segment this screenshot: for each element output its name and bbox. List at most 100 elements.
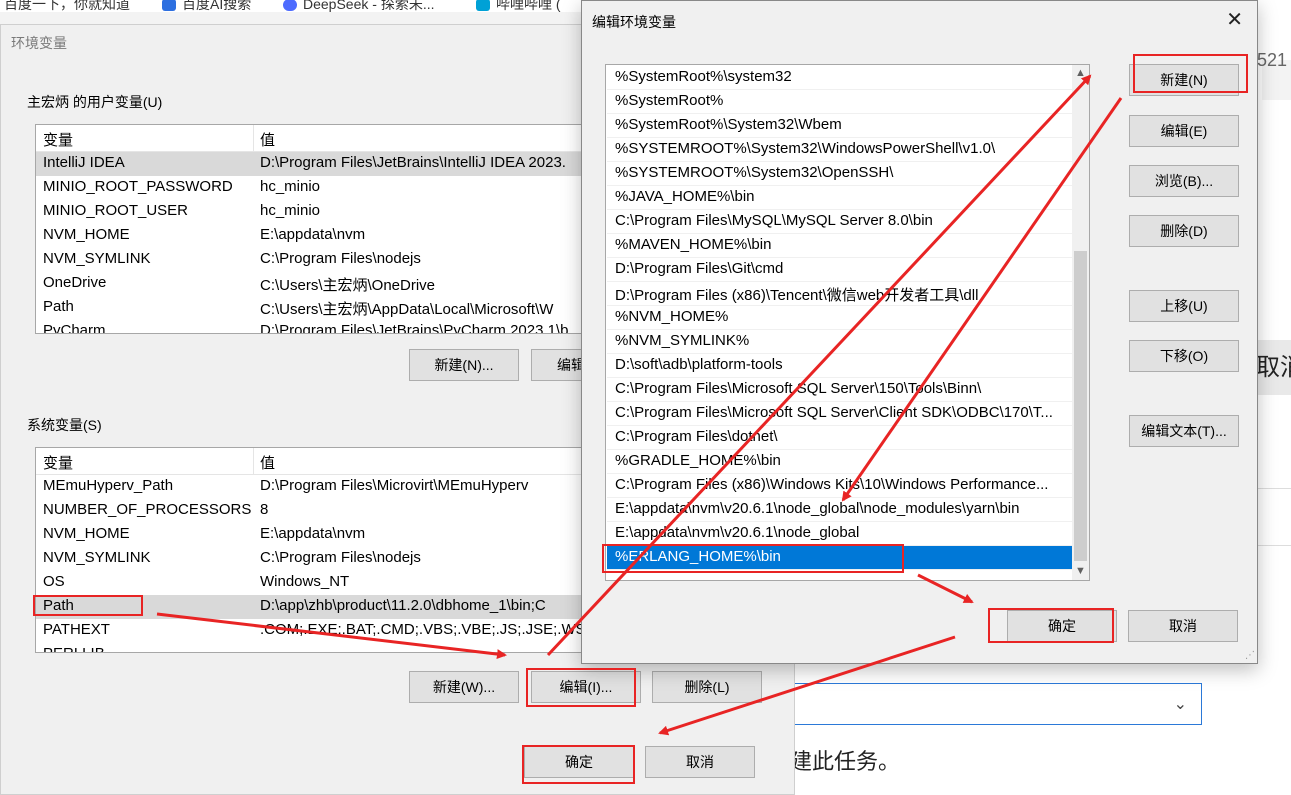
dialog-title: 环境变量: [11, 35, 67, 51]
scroll-down-icon[interactable]: ▼: [1072, 563, 1089, 580]
path-entry-text: E:\appdata\nvm\v20.6.1\node_global\node_…: [615, 500, 1020, 517]
system-edit-button[interactable]: 编辑(I)...: [531, 671, 641, 703]
list-item[interactable]: C:\Program Files\Microsoft SQL Server\15…: [607, 378, 1087, 402]
variable-name: PyCharm: [43, 322, 106, 334]
variable-value: C:\Users\主宏炳\AppData\Local\Microsoft\W: [260, 301, 554, 318]
list-item[interactable]: %NVM_HOME%: [607, 306, 1087, 330]
list-item[interactable]: %SystemRoot%: [607, 90, 1087, 114]
list-item[interactable]: %SystemRoot%\system32: [607, 66, 1087, 90]
column-header-value[interactable]: 值: [260, 452, 275, 473]
bookmark-bilibili[interactable]: 哔哩哔哩 (: [476, 0, 561, 12]
path-edit-button[interactable]: 编辑(E): [1129, 115, 1239, 147]
deepseek-icon: [283, 0, 297, 12]
background-number: 521: [1257, 50, 1288, 70]
variable-value: D:\app\zhb\product\11.2.0\dbhome_1\bin;C: [260, 597, 546, 614]
path-entries-list[interactable]: %SystemRoot%\system32 %SystemRoot% %System…: [605, 64, 1090, 581]
list-item[interactable]: D:\soft\adb\platform-tools: [607, 354, 1087, 378]
variable-name: NUMBER_OF_PROCESSORS: [43, 501, 252, 518]
env-ok-button[interactable]: 确定: [524, 746, 634, 778]
edit-ok-button[interactable]: 确定: [1007, 610, 1117, 642]
path-new-button[interactable]: 新建(N): [1129, 64, 1239, 96]
list-item[interactable]: E:\appdata\nvm\v20.6.1\node_global\node_…: [607, 498, 1087, 522]
path-move-up-button[interactable]: 上移(U): [1129, 290, 1239, 322]
path-entry-text: C:\Program Files\Microsoft SQL Server\Cl…: [615, 404, 1053, 421]
path-browse-button[interactable]: 浏览(B)...: [1129, 165, 1239, 197]
path-entry-text: C:\Program Files\Microsoft SQL Server\15…: [615, 380, 982, 397]
scroll-up-icon[interactable]: ▲: [1072, 65, 1089, 82]
variable-name: MEmuHyperv_Path: [43, 477, 174, 494]
variable-name: Path: [43, 597, 74, 614]
list-item[interactable]: %MAVEN_HOME%\bin: [607, 234, 1087, 258]
variable-name: NVM_HOME: [43, 226, 130, 243]
variable-value: E:\appdata\nvm: [260, 226, 366, 243]
list-item[interactable]: %SYSTEMROOT%\System32\OpenSSH\: [607, 162, 1087, 186]
path-entry-text: E:\appdata\nvm\v20.6.1\node_global: [615, 524, 860, 541]
bookmark-baidu-ai[interactable]: 百度AI搜索: [162, 0, 251, 12]
variable-name: PATHEXT: [43, 621, 110, 638]
list-item[interactable]: C:\Program Files (x86)\Windows Kits\10\W…: [607, 474, 1087, 498]
path-entry-text: %GRADLE_HOME%\bin: [615, 452, 781, 469]
variable-value: hc_minio: [260, 178, 321, 195]
variable-name: Path: [43, 298, 74, 315]
list-item[interactable]: %ERLANG_HOME%\bin: [607, 546, 1088, 570]
variable-name: PERLLIB: [43, 645, 105, 652]
variable-value: D:\Program Files\Microvirt\MEmuHyperv: [260, 477, 529, 494]
list-item[interactable]: C:\Program Files\Microsoft SQL Server\Cl…: [607, 402, 1087, 426]
edit-cancel-button[interactable]: 取消: [1128, 610, 1238, 642]
scrollbar-thumb[interactable]: [1074, 251, 1087, 561]
variable-value: hc_minio: [260, 202, 321, 219]
vertical-scrollbar[interactable]: ▲ ▼: [1072, 65, 1089, 580]
path-entry-text: %ERLANG_HOME%\bin: [615, 548, 781, 565]
column-header-variable[interactable]: 变量: [43, 129, 73, 150]
variable-name: OS: [43, 573, 65, 590]
list-item[interactable]: %JAVA_HOME%\bin: [607, 186, 1087, 210]
edit-env-variable-dialog: 编辑环境变量 ✕ %SystemRoot%\system32 %SystemRoo…: [581, 0, 1258, 664]
list-item[interactable]: %NVM_SYMLINK%: [607, 330, 1087, 354]
list-item[interactable]: D:\Program Files (x86)\Tencent\微信web开发者工…: [607, 282, 1087, 306]
path-entry-text: %SystemRoot%: [615, 92, 724, 109]
list-item[interactable]: E:\appdata\nvm\v20.6.1\node_global: [607, 522, 1087, 546]
path-move-down-button[interactable]: 下移(O): [1129, 340, 1239, 372]
path-entry-text: C:\Program Files\dotnet\: [615, 428, 778, 445]
list-item[interactable]: C:\Program Files\MySQL\MySQL Server 8.0\…: [607, 210, 1087, 234]
variable-value: C:\Users\主宏炳\OneDrive: [260, 277, 436, 294]
user-new-button[interactable]: 新建(N)...: [409, 349, 519, 381]
list-item[interactable]: %SystemRoot%\System32\Wbem: [607, 114, 1087, 138]
variable-name: MINIO_ROOT_PASSWORD: [43, 178, 233, 195]
user-vars-group-label: 主宏炳 的用户变量(U): [27, 94, 163, 110]
resize-grip-icon[interactable]: ⋰: [1245, 650, 1255, 661]
variable-value: Windows_NT: [260, 573, 350, 590]
variable-value: .COM;.EXE;.BAT;.CMD;.VBS;.VBE;.JS;.JSE;.…: [260, 621, 595, 638]
column-header-variable[interactable]: 变量: [43, 452, 73, 473]
system-vars-group-label: 系统变量(S): [27, 417, 102, 433]
background-text: 建此任务。: [790, 749, 901, 774]
system-new-button[interactable]: 新建(W)...: [409, 671, 519, 703]
system-delete-button[interactable]: 删除(L): [652, 671, 762, 703]
dialog-title: 编辑环境变量: [592, 14, 676, 30]
close-icon[interactable]: ✕: [1226, 7, 1243, 32]
variable-value: C:\Program Files\nodejs: [260, 250, 421, 267]
path-entry-text: D:\Program Files (x86)\Tencent\微信web开发者工…: [615, 287, 979, 304]
bilibili-icon: [476, 0, 490, 12]
background-select[interactable]: ⌄: [790, 683, 1202, 725]
path-entry-text: %MAVEN_HOME%\bin: [615, 236, 772, 253]
path-delete-button[interactable]: 删除(D): [1129, 215, 1239, 247]
list-item[interactable]: C:\Program Files\dotnet\: [607, 426, 1087, 450]
variable-value: D:\Program Files\JetBrains\IntelliJ IDEA…: [260, 154, 566, 171]
list-item[interactable]: %GRADLE_HOME%\bin: [607, 450, 1087, 474]
list-item[interactable]: %SYSTEMROOT%\System32\WindowsPowerShell\…: [607, 138, 1087, 162]
bookmark-baidu[interactable]: 百度一下，你就知道: [4, 0, 130, 12]
path-entry-text: %SYSTEMROOT%\System32\OpenSSH\: [615, 164, 894, 181]
column-header-value[interactable]: 值: [260, 129, 275, 150]
variable-name: NVM_SYMLINK: [43, 250, 151, 267]
path-edit-text-button[interactable]: 编辑文本(T)...: [1129, 415, 1239, 447]
variable-value: D:\Program Files\JetBrains\PyCharm 2023.…: [260, 322, 569, 334]
list-item[interactable]: D:\Program Files\Git\cmd: [607, 258, 1087, 282]
path-entry-text: %SYSTEMROOT%\System32\WindowsPowerShell\…: [615, 140, 996, 157]
path-entry-text: %JAVA_HOME%\bin: [615, 188, 755, 205]
variable-value: 8: [260, 501, 269, 518]
variable-name: NVM_HOME: [43, 525, 130, 542]
env-cancel-button[interactable]: 取消: [645, 746, 755, 778]
bookmark-deepseek[interactable]: DeepSeek - 探索未...: [283, 0, 435, 12]
variable-name: MINIO_ROOT_USER: [43, 202, 189, 219]
